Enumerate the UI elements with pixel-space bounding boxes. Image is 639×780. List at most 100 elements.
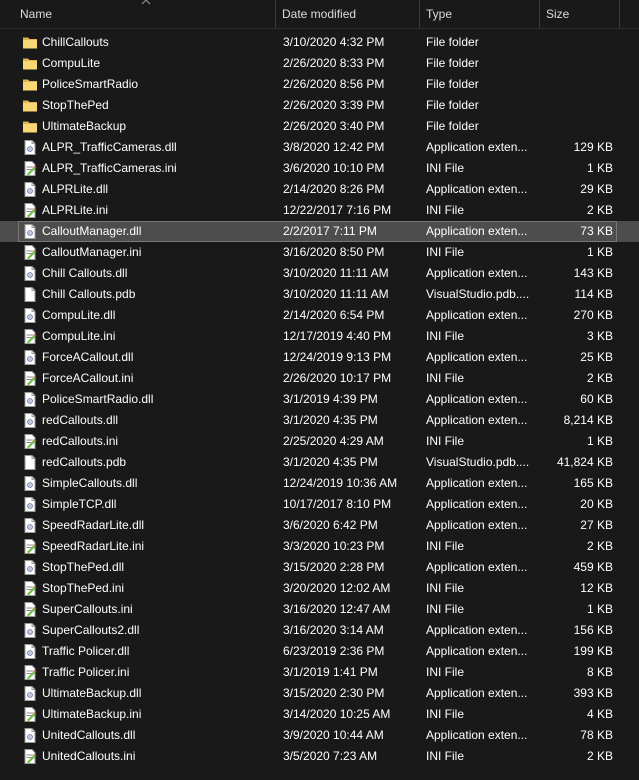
file-row[interactable]: ForceACallout.dll 12/24/2019 9:13 PM Appli… bbox=[0, 347, 639, 368]
file-row[interactable]: SpeedRadarLite.dll 3/6/2020 6:42 PM Applic… bbox=[0, 515, 639, 536]
file-row[interactable]: PoliceSmartRadio.dll 3/1/2019 4:39 PM Appl… bbox=[0, 389, 639, 410]
file-date-modified: 3/10/2020 11:11 AM bbox=[283, 287, 389, 301]
column-header-size[interactable]: Size bbox=[546, 0, 618, 28]
file-date-modified: 12/24/2019 10:36 AM bbox=[283, 476, 398, 490]
file-row[interactable]: SuperCallouts.ini 3/16/2020 12:47 AM INI F… bbox=[0, 599, 639, 620]
file-date-modified: 3/6/2020 6:42 PM bbox=[283, 518, 378, 532]
file-name: CompuLite.ini bbox=[42, 329, 116, 343]
file-row[interactable]: redCallouts.dll 3/1/2020 4:35 PM Applicati… bbox=[0, 410, 639, 431]
file-row[interactable]: CompuLite 2/26/2020 8:33 PM File folder bbox=[0, 53, 639, 74]
file-row[interactable]: ForceACallout.ini 2/26/2020 10:17 PM INI F… bbox=[0, 368, 639, 389]
file-row[interactable]: PoliceSmartRadio 2/26/2020 8:56 PM File fo… bbox=[0, 74, 639, 95]
file-row[interactable]: UltimateBackup 2/26/2020 3:40 PM File fold… bbox=[0, 116, 639, 137]
column-divider[interactable] bbox=[619, 0, 620, 28]
file-row[interactable]: ALPR_TrafficCameras.ini 3/6/2020 10:10 PM… bbox=[0, 158, 639, 179]
folder-icon bbox=[22, 98, 38, 113]
file-size: 3 KB bbox=[586, 329, 613, 343]
file-row[interactable]: UnitedCallouts.dll 3/9/2020 10:44 AM Appli… bbox=[0, 725, 639, 746]
ini-file-icon bbox=[22, 539, 38, 554]
file-name: redCallouts.dll bbox=[42, 413, 119, 427]
file-icon-cell bbox=[22, 137, 38, 158]
file-row[interactable]: CalloutManager.dll 2/2/2017 7:11 PM Applic… bbox=[0, 221, 639, 242]
file-size bbox=[540, 95, 613, 116]
file-icon-cell bbox=[22, 179, 38, 200]
file-row[interactable]: SimpleTCP.dll 10/17/2017 8:10 PM Applicati… bbox=[0, 494, 639, 515]
file-row[interactable]: UltimateBackup.dll 3/15/2020 2:30 PM Appli… bbox=[0, 683, 639, 704]
file-row[interactable]: redCallouts.ini 2/25/2020 4:29 AM INI File… bbox=[0, 431, 639, 452]
file-type: INI File bbox=[426, 665, 465, 679]
file-name: PoliceSmartRadio bbox=[42, 77, 139, 91]
file-type: INI File bbox=[426, 161, 465, 175]
dll-file-icon bbox=[22, 686, 38, 701]
file-date-modified: 6/23/2019 2:36 PM bbox=[283, 644, 385, 658]
column-header-name-label: Name bbox=[20, 7, 53, 21]
ini-file-icon bbox=[22, 329, 38, 344]
file-date-modified: 3/3/2020 10:23 PM bbox=[283, 539, 385, 553]
file-row[interactable]: CalloutManager.ini 3/16/2020 8:50 PM INI F… bbox=[0, 242, 639, 263]
file-icon-cell bbox=[22, 116, 38, 137]
file-size: 1 KB bbox=[586, 602, 613, 616]
dll-file-icon bbox=[22, 266, 38, 281]
file-row[interactable]: Traffic Policer.ini 3/1/2019 1:41 PM INI F… bbox=[0, 662, 639, 683]
file-size: 73 KB bbox=[580, 224, 613, 238]
file-date-modified: 3/1/2019 4:39 PM bbox=[283, 392, 378, 406]
file-type: Application exten... bbox=[426, 686, 528, 700]
file-row[interactable]: UnitedCallouts.ini 3/5/2020 7:23 AM INI Fi… bbox=[0, 746, 639, 767]
file-type: INI File bbox=[426, 749, 465, 763]
file-type: File folder bbox=[426, 98, 479, 112]
column-header-type-label: Type bbox=[426, 7, 453, 21]
file-row[interactable]: CompuLite.dll 2/14/2020 6:54 PM Applicatio… bbox=[0, 305, 639, 326]
file-name: ForceACallout.dll bbox=[42, 350, 134, 364]
file-row[interactable]: SpeedRadarLite.ini 3/3/2020 10:23 PM INI F… bbox=[0, 536, 639, 557]
file-date-modified: 12/24/2019 9:13 PM bbox=[283, 350, 392, 364]
file-row[interactable]: CompuLite.ini 12/17/2019 4:40 PM INI File 3… bbox=[0, 326, 639, 347]
file-row[interactable]: StopThePed.dll 3/15/2020 2:28 PM Applicati… bbox=[0, 557, 639, 578]
ini-file-icon bbox=[22, 203, 38, 218]
file-size: 156 KB bbox=[573, 623, 613, 637]
file-name: redCallouts.ini bbox=[42, 434, 119, 448]
file-row[interactable]: ALPR_TrafficCameras.dll 3/8/2020 12:42 PM… bbox=[0, 137, 639, 158]
file-row[interactable]: redCallouts.pdb 3/1/2020 4:35 PM VisualStu… bbox=[0, 452, 639, 473]
column-header-date-modified[interactable]: Date modified bbox=[282, 0, 418, 28]
file-type: Application exten... bbox=[426, 392, 528, 406]
column-divider[interactable] bbox=[539, 0, 540, 28]
column-divider[interactable] bbox=[419, 0, 420, 28]
file-name: StopThePed.dll bbox=[42, 560, 125, 574]
column-header-type[interactable]: Type bbox=[426, 0, 538, 28]
file-size bbox=[540, 74, 613, 95]
file-type: Application exten... bbox=[426, 350, 528, 364]
file-type: INI File bbox=[426, 539, 465, 553]
file-date-modified: 3/10/2020 11:11 AM bbox=[283, 266, 389, 280]
file-row[interactable]: Chill Callouts.pdb 3/10/2020 11:11 AM Visu… bbox=[0, 284, 639, 305]
file-row[interactable]: StopThePed.ini 3/20/2020 12:02 AM INI File… bbox=[0, 578, 639, 599]
column-divider[interactable] bbox=[275, 0, 276, 28]
file-name: UnitedCallouts.ini bbox=[42, 749, 136, 763]
file-icon-cell bbox=[22, 515, 38, 536]
file-name: SuperCallouts2.dll bbox=[42, 623, 140, 637]
file-size: 129 KB bbox=[573, 140, 613, 154]
file-row[interactable]: ALPRLite.dll 2/14/2020 8:26 PM Application… bbox=[0, 179, 639, 200]
file-size bbox=[540, 53, 613, 74]
file-row[interactable]: SimpleCallouts.dll 12/24/2019 10:36 AM App… bbox=[0, 473, 639, 494]
file-row[interactable]: Traffic Policer.dll 6/23/2019 2:36 PM Appl… bbox=[0, 641, 639, 662]
file-date-modified: 3/1/2020 4:35 PM bbox=[283, 455, 378, 469]
file-date-modified: 3/1/2019 1:41 PM bbox=[283, 665, 378, 679]
file-size: 1 KB bbox=[586, 245, 613, 259]
file-icon-cell bbox=[22, 494, 38, 515]
file-row[interactable]: UltimateBackup.ini 3/14/2020 10:25 AM INI … bbox=[0, 704, 639, 725]
file-row[interactable]: Chill Callouts.dll 3/10/2020 11:11 AM Appl… bbox=[0, 263, 639, 284]
ini-file-icon bbox=[22, 434, 38, 449]
file-name: CalloutManager.ini bbox=[42, 245, 142, 259]
file-type: Application exten... bbox=[426, 623, 528, 637]
file-icon-cell bbox=[22, 662, 38, 683]
file-row[interactable]: ChillCallouts 3/10/2020 4:32 PM File folde… bbox=[0, 32, 639, 53]
file-size: 393 KB bbox=[573, 686, 613, 700]
file-list: ChillCallouts 3/10/2020 4:32 PM File folde… bbox=[0, 32, 639, 767]
file-row[interactable]: StopThePed 2/26/2020 3:39 PM File folder bbox=[0, 95, 639, 116]
file-row[interactable]: ALPRLite.ini 12/22/2017 7:16 PM INI File 2 … bbox=[0, 200, 639, 221]
dll-file-icon bbox=[22, 476, 38, 491]
file-row[interactable]: SuperCallouts2.dll 3/16/2020 3:14 AM Appli… bbox=[0, 620, 639, 641]
file-date-modified: 2/14/2020 6:54 PM bbox=[283, 308, 385, 322]
ini-file-icon bbox=[22, 371, 38, 386]
file-type: Application exten... bbox=[426, 224, 528, 238]
